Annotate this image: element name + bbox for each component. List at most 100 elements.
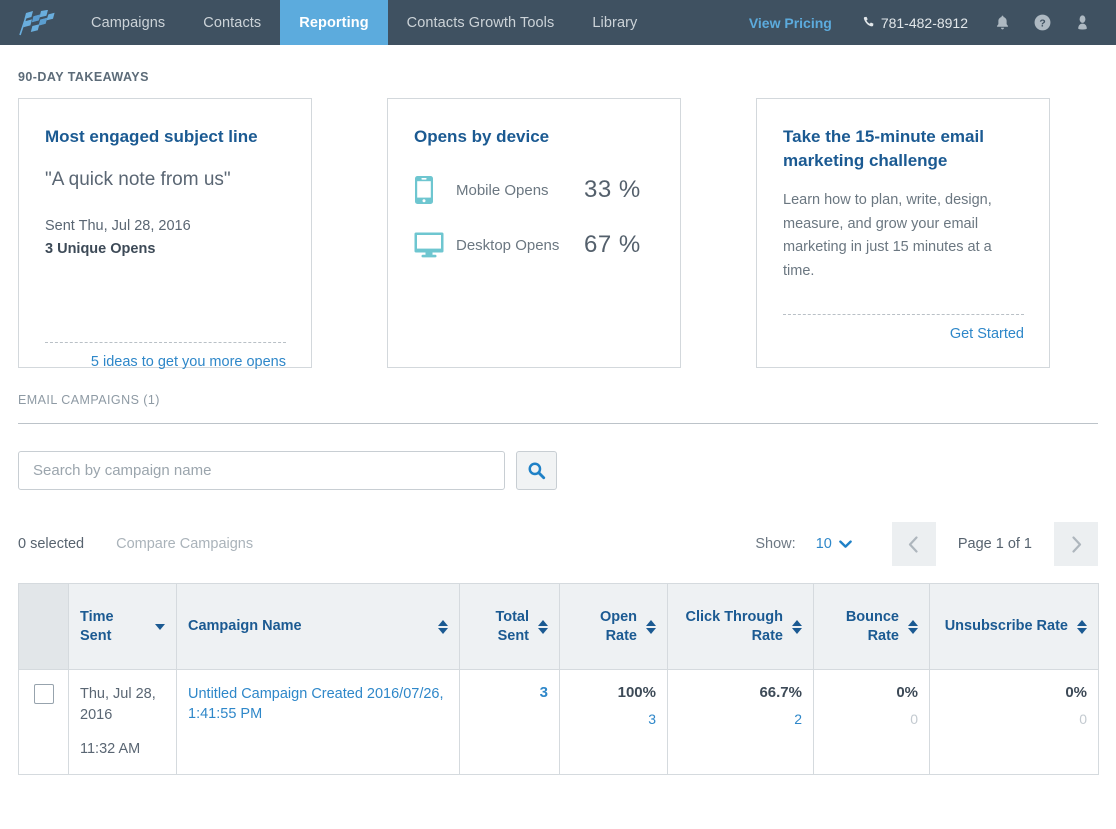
desktop-opens-row: Desktop Opens 67 %	[414, 231, 655, 259]
bounce-rate-value: 0%	[896, 684, 918, 701]
phone-number: 781-482-8912	[880, 14, 968, 31]
takeaways-heading: 90-DAY TAKEAWAYS	[18, 70, 149, 84]
nav-item-reporting[interactable]: Reporting	[280, 0, 388, 45]
nav-right-cluster: View Pricing 781-482-8912 ?	[733, 0, 1116, 45]
user-account-button[interactable]	[1062, 0, 1102, 45]
select-all-header[interactable]	[18, 583, 69, 670]
column-header-open-rate[interactable]: Open Rate	[559, 583, 668, 670]
column-label: Time Sent	[80, 608, 114, 644]
user-icon	[1077, 14, 1087, 30]
card-title: Opens by device	[414, 127, 550, 146]
column-header-click-through-rate[interactable]: Click Through Rate	[667, 583, 814, 670]
row-time: 11:32 AM	[80, 741, 141, 758]
checkered-flag-logo-icon	[19, 9, 55, 35]
unique-opens-value: 3 Unique Opens	[45, 240, 156, 257]
next-page-button[interactable]	[1054, 522, 1098, 566]
campaign-name-link[interactable]: Untitled Campaign Created 2016/07/26, 1:…	[188, 686, 444, 722]
desktop-icon-wrap	[414, 232, 456, 258]
phone-icon	[863, 16, 874, 27]
notifications-button[interactable]	[982, 0, 1022, 45]
card-divider	[45, 342, 286, 343]
mobile-opens-row: Mobile Opens 33 %	[414, 175, 655, 205]
mobile-opens-label: Mobile Opens	[456, 181, 549, 199]
cell-unsubscribe-rate: 0% 0	[929, 669, 1099, 775]
open-count-link[interactable]: 3	[571, 711, 656, 727]
sort-indicator[interactable]	[438, 619, 448, 634]
search-icon	[528, 462, 546, 480]
nav-item-library[interactable]: Library	[573, 0, 656, 45]
mobile-opens-value: 33 %	[584, 176, 641, 204]
sort-indicator[interactable]	[908, 619, 918, 634]
column-header-time-sent[interactable]: Time Sent	[68, 583, 177, 670]
most-engaged-subject-card: Most engaged subject line "A quick note …	[18, 98, 312, 370]
cell-bounce-rate: 0% 0	[813, 669, 930, 775]
opens-by-device-card: Opens by device Mobile Opens 33 % Deskto…	[387, 98, 681, 368]
sort-indicator[interactable]	[646, 619, 656, 634]
mobile-icon-wrap	[414, 175, 456, 205]
main-nav-items: Campaigns Contacts Reporting Contacts Gr…	[72, 0, 656, 45]
page-size-dropdown[interactable]: 10	[816, 536, 852, 552]
compare-campaigns-button[interactable]: Compare Campaigns	[116, 536, 253, 552]
svg-text:?: ?	[1039, 18, 1045, 29]
column-header-unsubscribe-rate[interactable]: Unsubscribe Rate	[929, 583, 1099, 670]
help-button[interactable]: ?	[1022, 0, 1062, 45]
open-rate-value: 100%	[617, 684, 656, 701]
support-phone[interactable]: 781-482-8912	[848, 15, 982, 31]
cell-time-sent: Thu, Jul 28, 2016 11:32 AM	[68, 669, 177, 775]
email-challenge-card: Take the 15-minute email marketing chall…	[756, 98, 1050, 368]
column-header-bounce-rate[interactable]: Bounce Rate	[813, 583, 930, 670]
unique-opens: 3 Unique Opens	[45, 238, 286, 260]
nav-item-contacts[interactable]: Contacts	[184, 0, 280, 45]
table-toolbar: 0 selected Compare Campaigns Show: 10 Pa…	[18, 522, 1098, 566]
column-label: Campaign Name	[188, 618, 302, 635]
cell-campaign-name: Untitled Campaign Created 2016/07/26, 1:…	[176, 669, 460, 775]
nav-item-contacts-growth-tools[interactable]: Contacts Growth Tools	[388, 0, 574, 45]
search-row	[18, 451, 1098, 490]
row-select-cell[interactable]	[18, 669, 69, 775]
cell-click-through-rate: 66.7% 2	[667, 669, 814, 775]
sort-indicator[interactable]	[1077, 619, 1087, 634]
search-button[interactable]	[516, 451, 557, 490]
click-count-link[interactable]: 2	[679, 711, 802, 727]
get-started-link[interactable]: Get Started	[950, 326, 1024, 342]
column-header-campaign-name[interactable]: Campaign Name	[176, 583, 460, 670]
column-label: Unsubscribe Rate	[944, 618, 1068, 635]
mobile-phone-icon	[415, 176, 433, 205]
sent-date: Sent Thu, Jul 28, 2016	[45, 218, 191, 235]
bounce-count: 0	[910, 711, 918, 727]
help-icon: ?	[1034, 14, 1050, 31]
unsub-count: 0	[1079, 711, 1087, 727]
table-row: Thu, Jul 28, 2016 11:32 AM Untitled Camp…	[18, 669, 1099, 775]
pagination-controls: Show: 10 Page 1 of 1	[755, 522, 1098, 566]
desktop-opens-value: 67 %	[584, 231, 641, 259]
sort-indicator-desc[interactable]	[155, 623, 165, 630]
card-title: Most engaged subject line	[45, 127, 258, 146]
selected-count: 0 selected	[18, 536, 85, 552]
unsub-rate-value: 0%	[1065, 684, 1087, 701]
view-pricing-link[interactable]: View Pricing	[733, 15, 848, 31]
desktop-monitor-icon	[414, 232, 444, 258]
chevron-left-icon	[909, 535, 918, 553]
chevron-right-icon	[1071, 535, 1081, 553]
card-divider	[783, 314, 1024, 315]
subject-line-value: "A quick note from us"	[45, 169, 231, 191]
app-logo[interactable]	[0, 0, 72, 45]
total-sent-value[interactable]: 3	[471, 684, 548, 701]
previous-page-button[interactable]	[891, 522, 936, 566]
sort-indicator[interactable]	[792, 619, 802, 634]
challenge-body-text: Learn how to plan, write, design, measur…	[783, 192, 992, 279]
column-header-total-sent[interactable]: Total Sent	[459, 583, 560, 670]
bell-icon	[996, 15, 1008, 29]
email-campaigns-heading: EMAIL CAMPAIGNS (1)	[18, 393, 160, 407]
cell-open-rate: 100% 3	[559, 669, 668, 775]
search-input[interactable]	[18, 451, 505, 490]
more-opens-ideas-link[interactable]: 5 ideas to get you more opens	[91, 354, 286, 370]
row-checkbox[interactable]	[33, 684, 54, 704]
card-title: Take the 15-minute email marketing chall…	[783, 127, 984, 171]
column-label: Open Rate	[599, 608, 637, 644]
column-label: Click Through Rate	[685, 608, 783, 644]
chevron-down-icon	[839, 539, 852, 548]
sort-indicator[interactable]	[538, 619, 548, 634]
table-header-row: Time Sent Campaign Name Total Sent Open …	[18, 583, 1099, 670]
nav-item-campaigns[interactable]: Campaigns	[72, 0, 184, 45]
